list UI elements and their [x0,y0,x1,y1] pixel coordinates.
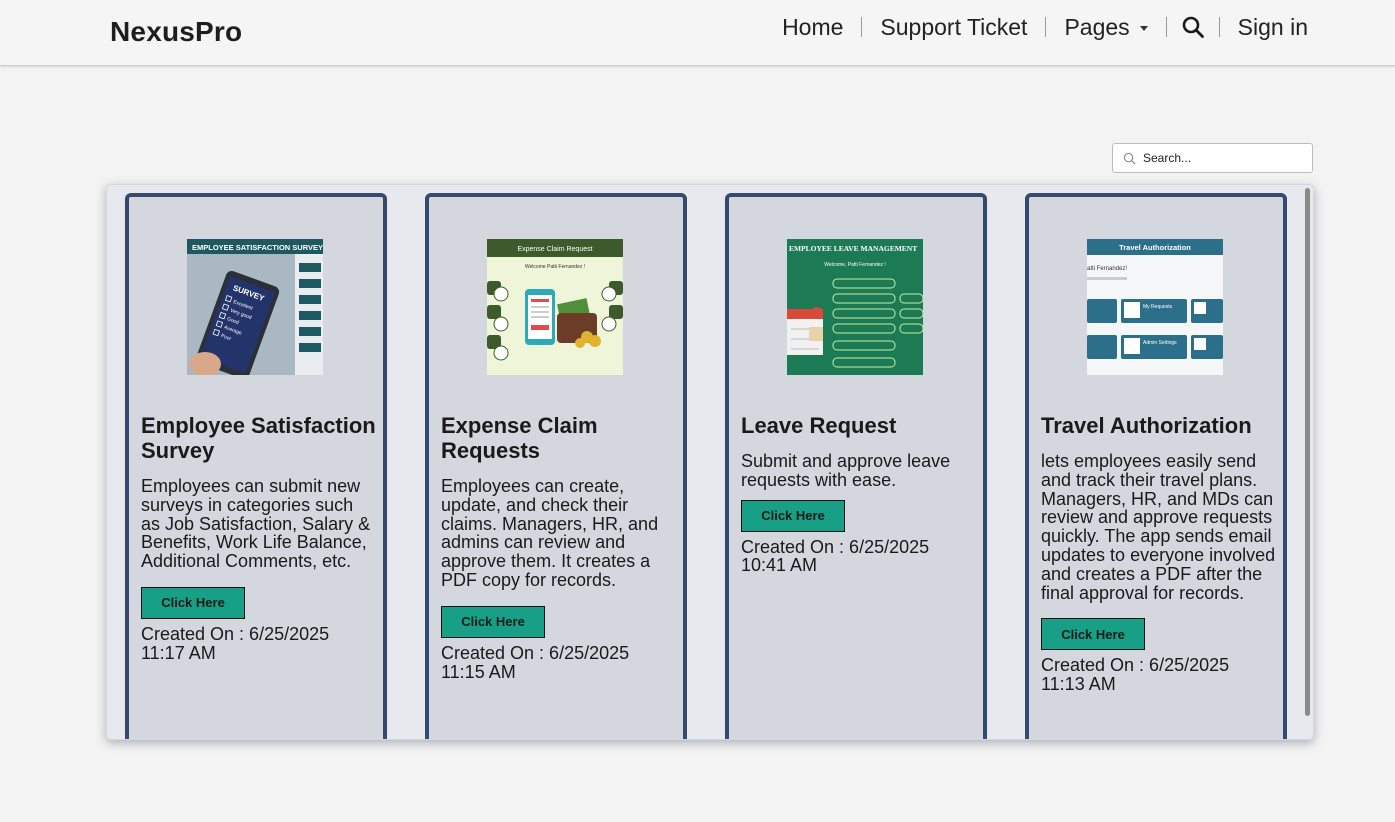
nav-search-button[interactable] [1167,15,1219,39]
thumb-tile-label: Admin Settings [1143,340,1177,346]
created-on-time: 11:15 AM [441,661,516,682]
card-created-on: Created On : 6/25/2025 11:15 AM [441,642,677,682]
card-title: Employee Satisfaction Survey [141,413,376,463]
created-on-time: 11:13 AM [1041,674,1116,695]
card-body: lets employees easily send and track the… [1041,452,1277,694]
app-card-travel-authorization: Travel Authorization atti Fernandez! My … [1025,193,1287,739]
app-thumbnail-leave[interactable]: EMPLOYEE LEAVE MANAGEMENT Welcome, Patti… [787,239,923,375]
created-on-date: Created On : 6/25/2025 [441,642,630,663]
thumb-subtitle: atti Fernandez! [1087,266,1127,272]
thumb-subtitle: Welcome, Patti Fernandez ! [824,262,886,268]
card-description: Submit and approve leave requests with e… [741,451,951,490]
thumb-banner-text: EMPLOYEE LEAVE MANAGEMENT [789,244,917,253]
created-on-time: 10:41 AM [741,555,818,576]
card-description: Employees can submit new surveys in cate… [141,476,371,572]
thumb-banner-text: EMPLOYEE SATISFACTION SURVEY [192,243,323,252]
card-description: Employees can create, update, and check … [441,476,659,590]
thumb-banner-text: Travel Authorization [1119,243,1191,252]
card-body: Employees can create, update, and check … [441,477,677,681]
card-created-on: Created On : 6/25/2025 11:13 AM [1041,656,1277,694]
card-title: Travel Authorization [1041,413,1252,438]
thumb-tile-label: My Requests [1143,304,1173,310]
panel-scrollbar[interactable] [1305,188,1310,716]
thumb-banner-text: Expense Claim Request [517,246,592,253]
nav-support-ticket[interactable]: Support Ticket [862,14,1045,41]
nav-pages-label: Pages [1064,13,1130,40]
card-created-on: Created On : 6/25/2025 11:17 AM [141,625,377,663]
card-body: Employees can submit new surveys in cate… [141,477,377,663]
click-here-button[interactable]: Click Here [741,499,845,532]
created-on-date: Created On : 6/25/2025 [741,536,930,557]
card-title: Expense Claim Requests [441,413,598,463]
created-on-date: Created On : 6/25/2025 [1041,655,1230,676]
created-on-date: Created On : 6/25/2025 [141,623,330,644]
app-card-employee-survey: EMPLOYEE SATISFACTION SURVEY SURVEY Exce… [125,193,387,739]
thumb-subtitle: Welcome Patti Fernandez ! [525,264,585,270]
app-cards-panel: EMPLOYEE SATISFACTION SURVEY SURVEY Exce… [106,184,1314,740]
app-thumbnail-expense[interactable]: Expense Claim Request Welcome Patti Fern… [487,239,623,375]
card-body: Submit and approve leave requests with e… [741,452,977,575]
app-card-leave-request: EMPLOYEE LEAVE MANAGEMENT Welcome, Patti… [725,193,987,739]
click-here-button[interactable]: Click Here [441,605,545,638]
chevron-down-icon [1139,25,1148,31]
brand-logo-text[interactable]: NexusPro [110,16,242,48]
app-card-expense-claim: Expense Claim Request Welcome Patti Fern… [425,193,687,739]
top-navbar: NexusPro Home Support Ticket Pages Sign … [0,0,1395,66]
search-icon [1123,152,1136,164]
click-here-button[interactable]: Click Here [1041,618,1145,651]
created-on-time: 11:17 AM [141,642,216,663]
search-box [1112,143,1313,173]
main-nav: Home Support Ticket Pages Sign in [764,12,1308,42]
card-title: Leave Request [741,413,897,438]
app-thumbnail-travel[interactable]: Travel Authorization atti Fernandez! My … [1087,239,1223,375]
search-input[interactable] [1143,151,1303,165]
app-thumbnail-survey[interactable]: EMPLOYEE SATISFACTION SURVEY SURVEY Exce… [187,239,323,375]
nav-sign-in[interactable]: Sign in [1220,14,1308,41]
nav-home[interactable]: Home [764,14,861,41]
click-here-button[interactable]: Click Here [141,586,245,619]
nav-pages-dropdown[interactable]: Pages [1046,14,1165,41]
card-created-on: Created On : 6/25/2025 10:41 AM [741,536,977,576]
search-icon [1182,16,1204,38]
card-description: lets employees easily send and track the… [1041,451,1276,603]
